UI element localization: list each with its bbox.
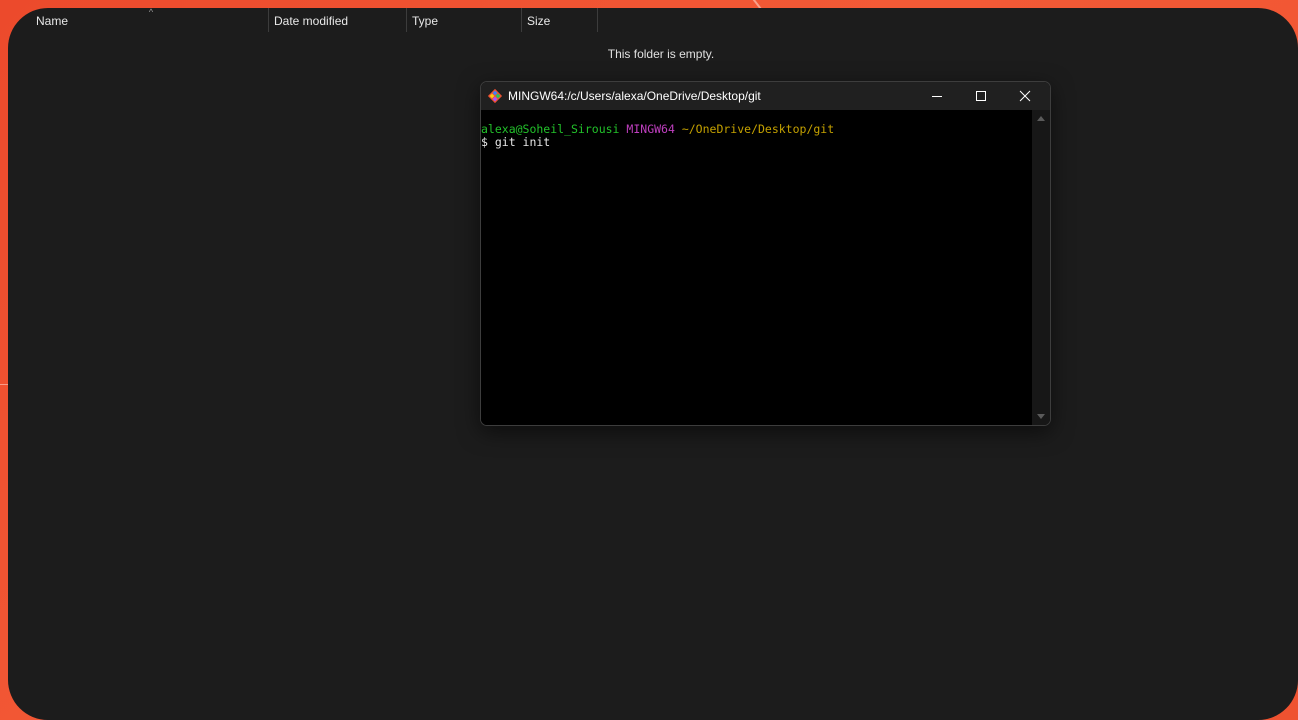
- desktop-background: ^ Name Date modified Type Size This fold…: [0, 0, 1298, 720]
- column-header-date-modified[interactable]: Date modified: [268, 8, 406, 32]
- window-titlebar[interactable]: MINGW64:/c/Users/alexa/OneDrive/Desktop/…: [481, 82, 1050, 110]
- prompt-line: alexa@Soheil_Sirousi MINGW64 ~/OneDrive/…: [481, 123, 1032, 136]
- maximize-button[interactable]: [959, 82, 1003, 110]
- maximize-icon: [976, 91, 986, 101]
- terminal-console[interactable]: alexa@Soheil_Sirousi MINGW64 ~/OneDrive/…: [481, 110, 1032, 425]
- minimize-icon: [932, 95, 942, 97]
- column-header-row: ^ Name Date modified Type Size: [8, 8, 608, 32]
- prompt-path: ~/OneDrive/Desktop/git: [681, 122, 835, 136]
- minimize-button[interactable]: [915, 82, 959, 110]
- prompt-user-host: alexa@Soheil_Sirousi: [481, 122, 620, 136]
- git-bash-window[interactable]: MINGW64:/c/Users/alexa/OneDrive/Desktop/…: [480, 81, 1051, 426]
- window-title: MINGW64:/c/Users/alexa/OneDrive/Desktop/…: [508, 89, 761, 103]
- scroll-up-icon[interactable]: [1037, 116, 1045, 121]
- close-button[interactable]: [1003, 82, 1047, 110]
- column-divider[interactable]: [597, 8, 598, 32]
- command-line: $ git init: [481, 135, 551, 149]
- scroll-down-icon[interactable]: [1037, 414, 1045, 419]
- empty-folder-message: This folder is empty.: [607, 47, 715, 61]
- terminal-scrollbar[interactable]: [1032, 110, 1050, 425]
- column-header-type[interactable]: Type: [406, 8, 521, 32]
- prompt-system: MINGW64: [626, 122, 675, 136]
- git-icon: [487, 88, 503, 104]
- column-header-size[interactable]: Size: [521, 8, 597, 32]
- column-header-name[interactable]: Name: [30, 8, 270, 32]
- close-icon: [1019, 90, 1031, 102]
